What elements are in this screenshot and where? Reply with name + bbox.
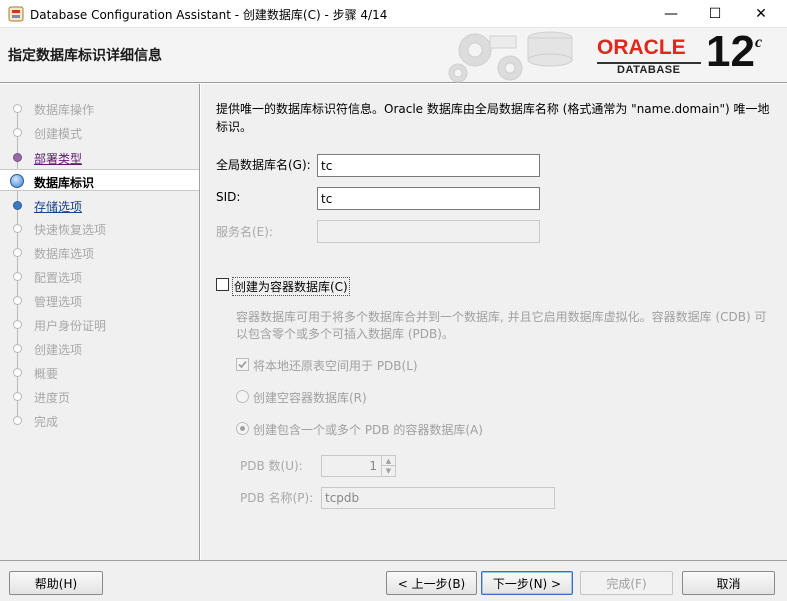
pdb-count-value: 1 bbox=[369, 459, 377, 473]
stepper-buttons: ▲ ▼ bbox=[381, 456, 395, 476]
next-button[interactable]: 下一步(N) > bbox=[481, 571, 573, 595]
nav-step-database-options: 数据库选项 bbox=[0, 241, 199, 263]
current-step-icon bbox=[10, 174, 24, 188]
global-db-name-input[interactable] bbox=[317, 154, 540, 177]
maximize-button[interactable]: ☐ bbox=[692, 0, 738, 28]
minimize-icon: — bbox=[664, 6, 678, 22]
main-content: 提供唯一的数据库标识符信息。Oracle 数据库由全局数据库名称 (格式通常为 … bbox=[201, 84, 787, 560]
nav-step-deployment-type[interactable]: 部署类型 bbox=[0, 146, 199, 168]
app-icon bbox=[8, 6, 24, 22]
pdb-name-label: PDB 名称(P): bbox=[240, 491, 314, 505]
nav-step-label: 概要 bbox=[34, 367, 59, 381]
step-navigation: 数据库操作 创建模式 部署类型 数据库标识 存储选项 快速恢复选项 数据库选项 … bbox=[0, 84, 200, 560]
step-dot-icon bbox=[13, 224, 22, 233]
oracle-logo: ORACLE DATABASE bbox=[597, 36, 703, 76]
nav-step-label[interactable]: 部署类型 bbox=[34, 150, 82, 167]
sid-input[interactable] bbox=[317, 187, 540, 210]
nav-step-label: 创建选项 bbox=[34, 343, 83, 357]
container-with-pdb-radio[interactable] bbox=[236, 422, 249, 435]
nav-step-label: 数据库操作 bbox=[34, 103, 95, 117]
back-button[interactable]: < 上一步(B) bbox=[386, 571, 477, 595]
nav-step-label: 创建模式 bbox=[34, 127, 83, 141]
nav-step-management: 管理选项 bbox=[0, 289, 199, 311]
nav-step-finish: 完成 bbox=[0, 409, 199, 431]
wizard-footer: 帮助(H) < 上一步(B) 下一步(N) > 完成(F) 取消 bbox=[0, 560, 787, 601]
nav-step-label: 数据库标识 bbox=[34, 176, 95, 190]
close-icon: ✕ bbox=[755, 6, 767, 22]
nav-step-database-operation: 数据库操作 bbox=[0, 97, 199, 119]
service-name-label: 服务名(E): bbox=[216, 225, 273, 239]
close-button[interactable]: ✕ bbox=[738, 0, 784, 28]
local-undo-checkbox[interactable] bbox=[236, 358, 249, 371]
nav-step-fast-recovery: 快速恢复选项 bbox=[0, 217, 199, 239]
nav-step-credentials: 用户身份证明 bbox=[0, 313, 199, 335]
step-dot-icon bbox=[13, 201, 22, 210]
step-dot-icon bbox=[13, 248, 22, 257]
nav-step-label: 配置选项 bbox=[34, 271, 83, 285]
nav-step-label: 数据库选项 bbox=[34, 247, 95, 261]
oracle-wordmark: ORACLE bbox=[597, 36, 686, 59]
version-suffix: c bbox=[755, 34, 763, 51]
maximize-icon: ☐ bbox=[708, 6, 722, 22]
nav-step-label: 进度页 bbox=[34, 391, 71, 405]
wizard-header: 指定数据库标识详细信息 ORACLE DATABASE 12 c bbox=[0, 28, 787, 83]
nav-step-database-identification[interactable]: 数据库标识 bbox=[0, 169, 199, 191]
step-dot-icon bbox=[13, 104, 22, 113]
stepper-up-icon[interactable]: ▲ bbox=[382, 456, 395, 466]
finish-button[interactable]: 完成(F) bbox=[580, 571, 673, 595]
step-dot-icon bbox=[13, 296, 22, 305]
pdb-count-stepper[interactable]: 1 ▲ ▼ bbox=[321, 455, 396, 477]
sid-label: SID: bbox=[216, 190, 241, 204]
container-db-checkbox-label[interactable]: 创建为容器数据库(C) bbox=[232, 277, 350, 296]
step-dot-icon bbox=[13, 272, 22, 281]
nav-step-configuration: 配置选项 bbox=[0, 265, 199, 287]
pdb-count-label: PDB 数(U): bbox=[240, 459, 303, 473]
checkmark-icon bbox=[238, 360, 247, 369]
nav-step-label[interactable]: 存储选项 bbox=[34, 198, 82, 215]
container-with-pdb-radio-label: 创建包含一个或多个 PDB 的容器数据库(A) bbox=[253, 423, 483, 437]
nav-step-summary: 概要 bbox=[0, 361, 199, 383]
minimize-button[interactable]: — bbox=[648, 0, 694, 28]
nav-step-creation-mode: 创建模式 bbox=[0, 121, 199, 143]
step-dot-icon bbox=[13, 320, 22, 329]
step-dot-icon bbox=[13, 416, 22, 425]
nav-step-creation-option: 创建选项 bbox=[0, 337, 199, 359]
step-dot-icon bbox=[13, 128, 22, 137]
step-dot-icon bbox=[13, 368, 22, 377]
empty-container-radio[interactable] bbox=[236, 390, 249, 403]
page-description: 提供唯一的数据库标识符信息。Oracle 数据库由全局数据库名称 (格式通常为 … bbox=[216, 102, 770, 134]
pdb-name-input[interactable] bbox=[321, 487, 555, 509]
nav-step-label: 用户身份证明 bbox=[34, 319, 107, 333]
help-button[interactable]: 帮助(H) bbox=[9, 571, 103, 595]
gears-illustration bbox=[448, 31, 573, 83]
local-undo-label: 将本地还原表空间用于 PDB(L) bbox=[253, 359, 418, 373]
nav-step-label: 管理选项 bbox=[34, 295, 83, 309]
nav-step-label: 完成 bbox=[34, 415, 59, 429]
nav-step-label: 快速恢复选项 bbox=[34, 223, 107, 237]
page-title: 指定数据库标识详细信息 bbox=[8, 48, 162, 64]
step-dot-icon bbox=[13, 344, 22, 353]
stepper-down-icon[interactable]: ▼ bbox=[382, 466, 395, 476]
step-dot-icon bbox=[13, 153, 22, 162]
radio-selected-dot-icon bbox=[240, 426, 245, 431]
global-db-name-label: 全局数据库名(G): bbox=[216, 158, 311, 172]
nav-step-storage-option[interactable]: 存储选项 bbox=[0, 194, 199, 216]
step-dot-icon bbox=[13, 392, 22, 401]
title-bar: Database Configuration Assistant - 创建数据库… bbox=[0, 0, 787, 28]
nav-step-progress: 进度页 bbox=[0, 385, 199, 407]
window-title: Database Configuration Assistant - 创建数据库… bbox=[30, 8, 388, 22]
cancel-button[interactable]: 取消 bbox=[682, 571, 775, 595]
container-db-checkbox[interactable] bbox=[216, 278, 229, 291]
container-db-description: 容器数据库可用于将多个数据库合并到一个数据库, 并且它启用数据库虚拟化。容器数据… bbox=[236, 310, 767, 341]
version-number: 12 bbox=[706, 27, 755, 76]
service-name-input[interactable] bbox=[317, 220, 540, 243]
empty-container-radio-label: 创建空容器数据库(R) bbox=[253, 391, 367, 405]
oracle-database-label: DATABASE bbox=[617, 64, 681, 76]
